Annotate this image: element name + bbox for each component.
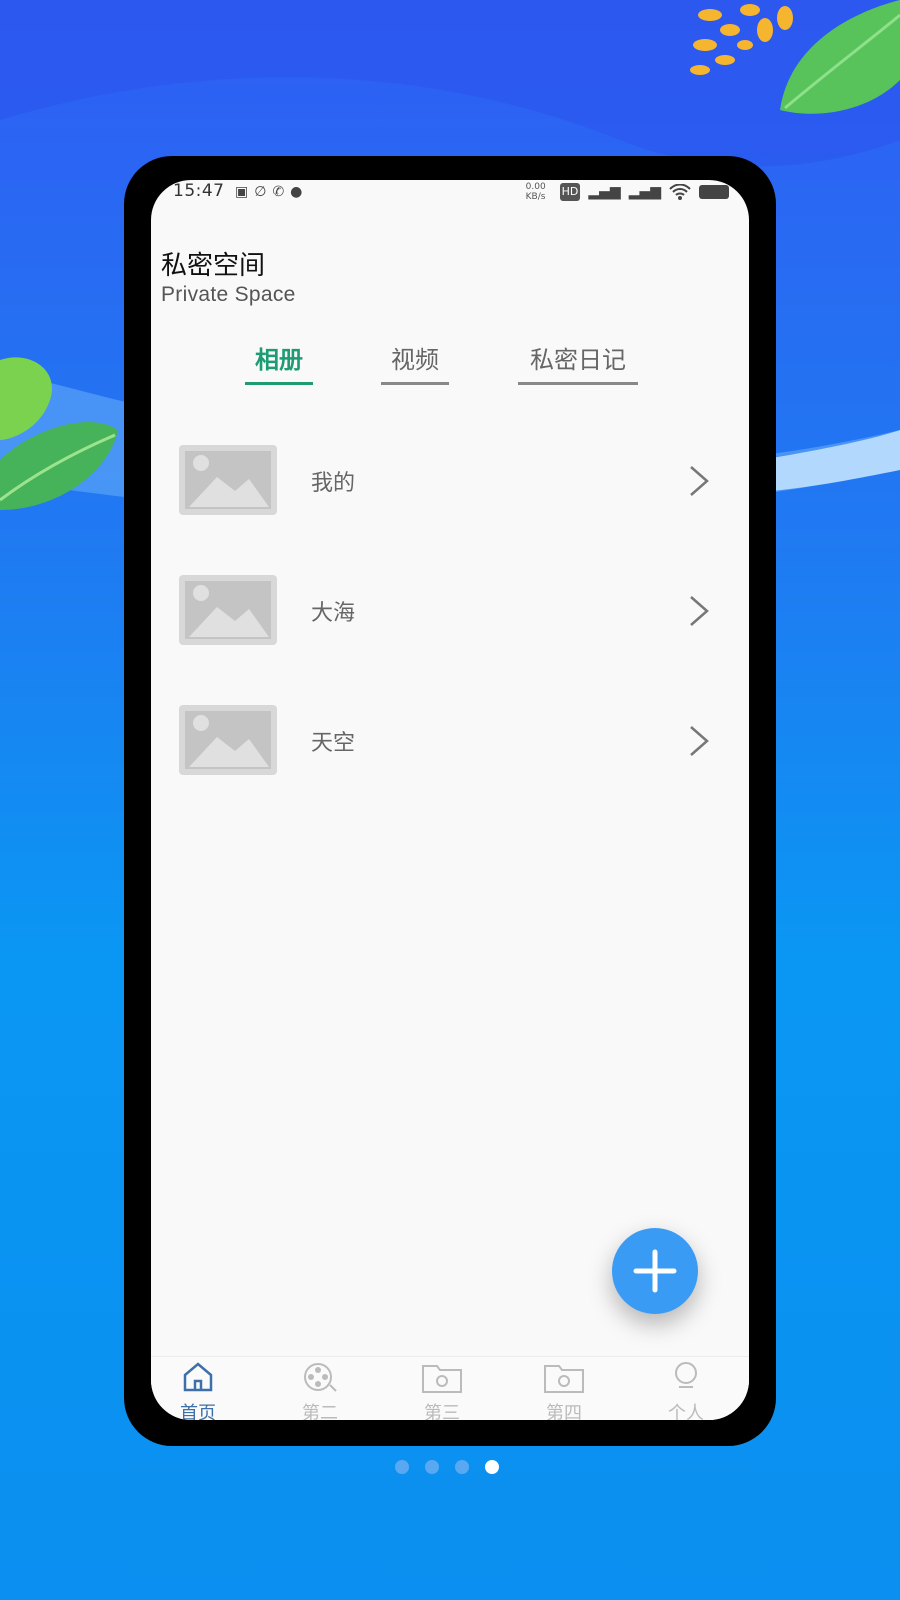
network-speed: 0.00 KB/s (525, 182, 546, 202)
page-title: 私密空间 (161, 251, 266, 281)
tab-label: 私密日记 (530, 346, 626, 374)
hd-icon: HD (559, 183, 581, 201)
album-name: 我的 (311, 471, 356, 496)
sim-icon: ▣ (235, 184, 249, 200)
nav-third[interactable]: 第三 (412, 1361, 472, 1420)
chat-icon: ● (290, 184, 303, 200)
nav-label: 第三 (424, 1403, 460, 1420)
profile-icon (675, 1362, 697, 1388)
album-list-item[interactable]: 天空 (151, 695, 749, 785)
film-reel-icon (304, 1363, 337, 1392)
folder-gear-icon (544, 1365, 584, 1393)
pager-dot[interactable] (455, 1460, 469, 1474)
chevron-right-icon (690, 596, 709, 626)
tab-underline (381, 382, 449, 385)
status-bar: 15:47 ▣ ∅ ✆ ● 0.00 KB/s HD ▂▄▆ ▂▄▆ (151, 180, 749, 210)
nav-label: 首页 (180, 1403, 216, 1420)
tab-private-diary[interactable]: 私密日记 (518, 340, 638, 385)
chevron-right-icon (690, 726, 709, 756)
phone-icon: ✆ (272, 184, 285, 200)
nav-second[interactable]: 第二 (290, 1361, 350, 1420)
chevron-right-icon (690, 466, 709, 496)
wifi-icon (669, 184, 691, 200)
image-placeholder-icon (179, 705, 277, 775)
battery-icon (699, 185, 729, 199)
album-name: 天空 (311, 731, 356, 756)
tab-bar: 相册 视频 私密日记 (151, 340, 749, 390)
link-icon: ∅ (254, 184, 267, 200)
tab-underline (518, 382, 638, 385)
tab-video[interactable]: 视频 (381, 340, 449, 385)
nav-label: 第四 (546, 1403, 582, 1420)
pager-dots (395, 1460, 499, 1474)
page-subtitle: Private Space (161, 283, 296, 306)
image-placeholder-icon (179, 575, 277, 645)
tab-label: 相册 (255, 346, 303, 374)
phone-screen: 15:47 ▣ ∅ ✆ ● 0.00 KB/s HD ▂▄▆ ▂▄▆ 私密空间 … (151, 180, 749, 1420)
status-time: 15:47 (173, 181, 225, 201)
signal-4g-icon: ▂▄▆ (628, 184, 661, 200)
nav-home[interactable]: 首页 (168, 1361, 228, 1420)
leaf-decoration-top-right (690, 0, 900, 114)
tab-label: 视频 (391, 346, 439, 374)
album-list-item[interactable]: 我的 (151, 435, 749, 525)
album-list-item[interactable]: 大海 (151, 565, 749, 655)
image-placeholder-icon (179, 445, 277, 515)
folder-gear-icon (422, 1365, 462, 1393)
pager-dot-active[interactable] (485, 1460, 499, 1474)
pager-dot[interactable] (425, 1460, 439, 1474)
pager-dot[interactable] (395, 1460, 409, 1474)
nav-label: 第二 (302, 1403, 338, 1420)
plus-icon (633, 1249, 677, 1293)
bottom-navigation: 首页 第二 第三 第四 个人 (151, 1356, 749, 1420)
album-name: 大海 (311, 601, 356, 626)
add-album-button[interactable] (612, 1228, 698, 1314)
tab-album[interactable]: 相册 (245, 340, 313, 385)
nav-profile[interactable]: 个人 (656, 1361, 716, 1420)
home-icon (183, 1362, 213, 1392)
signal-4g-icon: ▂▄▆ (588, 184, 621, 200)
nav-label: 个人 (668, 1403, 704, 1420)
leaf-decoration-left (0, 357, 118, 510)
tab-underline (245, 382, 313, 385)
nav-fourth[interactable]: 第四 (534, 1361, 594, 1420)
